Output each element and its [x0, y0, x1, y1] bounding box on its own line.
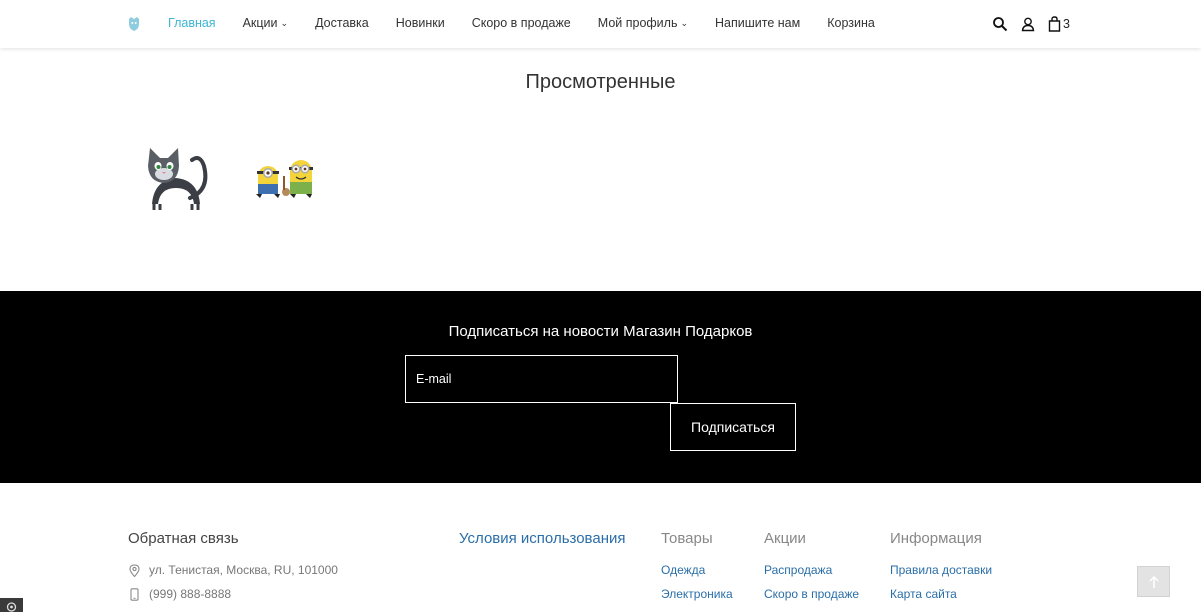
- map-pin-icon: [129, 563, 140, 577]
- search-icon[interactable]: [992, 16, 1008, 32]
- phone-icon: [130, 587, 139, 601]
- footer-phone: (999) 888-8888: [128, 587, 231, 601]
- email-input[interactable]: E-mail: [405, 355, 678, 403]
- cart-button[interactable]: 3: [1048, 16, 1070, 32]
- footer-address: ул. Тенистая, Москва, RU, 101000: [128, 563, 338, 577]
- product-thumbnail-minions[interactable]: [248, 140, 324, 216]
- arrow-up-icon: [1148, 575, 1159, 588]
- nav-item-contact-us[interactable]: Напишите нам: [715, 16, 800, 30]
- footer-goods-title: Товары: [661, 530, 713, 547]
- logo-icon[interactable]: [128, 17, 140, 31]
- nav-item-cart[interactable]: Корзина: [827, 16, 875, 30]
- viewed-section-title: Просмотренные: [525, 71, 676, 93]
- newsletter-section: Подписаться на новости Магазин Подарков …: [0, 291, 1201, 483]
- user-icon[interactable]: [1020, 16, 1036, 32]
- nav-item-home[interactable]: Главная: [168, 16, 216, 30]
- scroll-to-top-button[interactable]: [1137, 566, 1170, 597]
- subscribe-button[interactable]: Подписаться: [670, 403, 796, 451]
- nav-item-delivery[interactable]: Доставка: [315, 16, 369, 30]
- footer-info-title: Информация: [890, 530, 982, 547]
- footer-terms-link[interactable]: Условия использования: [459, 530, 626, 547]
- nav-item-new-arrivals[interactable]: Новинки: [396, 16, 445, 30]
- nav-label: Главная: [168, 16, 216, 30]
- footer-link-coming-soon[interactable]: Скоро в продаже: [764, 587, 859, 601]
- gear-icon: [6, 602, 17, 612]
- footer-link-delivery-rules[interactable]: Правила доставки: [890, 563, 992, 577]
- chevron-down-icon: ⌄: [680, 18, 689, 28]
- nav-item-my-profile[interactable]: Мой профиль ⌄: [598, 16, 688, 30]
- footer-contact-title: Обратная связь: [128, 530, 239, 547]
- settings-widget-button[interactable]: [0, 598, 23, 612]
- nav-label: Акции: [242, 16, 278, 30]
- site-header: Главная Акции ⌄ Доставка Новинки Скоро в …: [0, 0, 1201, 48]
- nav-label: Новинки: [395, 16, 445, 30]
- footer-link-electronics[interactable]: Электроника: [661, 587, 733, 601]
- nav-label: Корзина: [827, 16, 875, 30]
- main-nav: Главная Акции ⌄ Доставка Новинки Скоро в …: [168, 16, 902, 30]
- phone-text: (999) 888-8888: [149, 587, 232, 601]
- footer-link-sitemap[interactable]: Карта сайта: [890, 587, 957, 601]
- nav-item-promotions[interactable]: Акции ⌄: [243, 16, 288, 30]
- nav-label: Скоро в продаже: [471, 16, 571, 30]
- header-actions: 3: [992, 16, 1070, 32]
- address-text: ул. Тенистая, Москва, RU, 101000: [149, 563, 338, 577]
- nav-label: Напишите нам: [715, 16, 801, 30]
- nav-label: Мой профиль: [597, 16, 678, 30]
- footer-promos-title: Акции: [764, 530, 806, 547]
- newsletter-title: Подписаться на новости Магазин Подарков: [448, 323, 753, 340]
- product-thumbnail-cat[interactable]: [138, 140, 214, 216]
- chevron-down-icon: ⌄: [280, 18, 289, 28]
- nav-item-coming-soon[interactable]: Скоро в продаже: [472, 16, 571, 30]
- cart-count-badge: 3: [1063, 17, 1070, 31]
- shopping-bag-icon: [1048, 16, 1061, 32]
- footer-link-clothing[interactable]: Одежда: [661, 563, 705, 577]
- nav-label: Доставка: [315, 16, 369, 30]
- footer-link-sale[interactable]: Распродажа: [764, 563, 832, 577]
